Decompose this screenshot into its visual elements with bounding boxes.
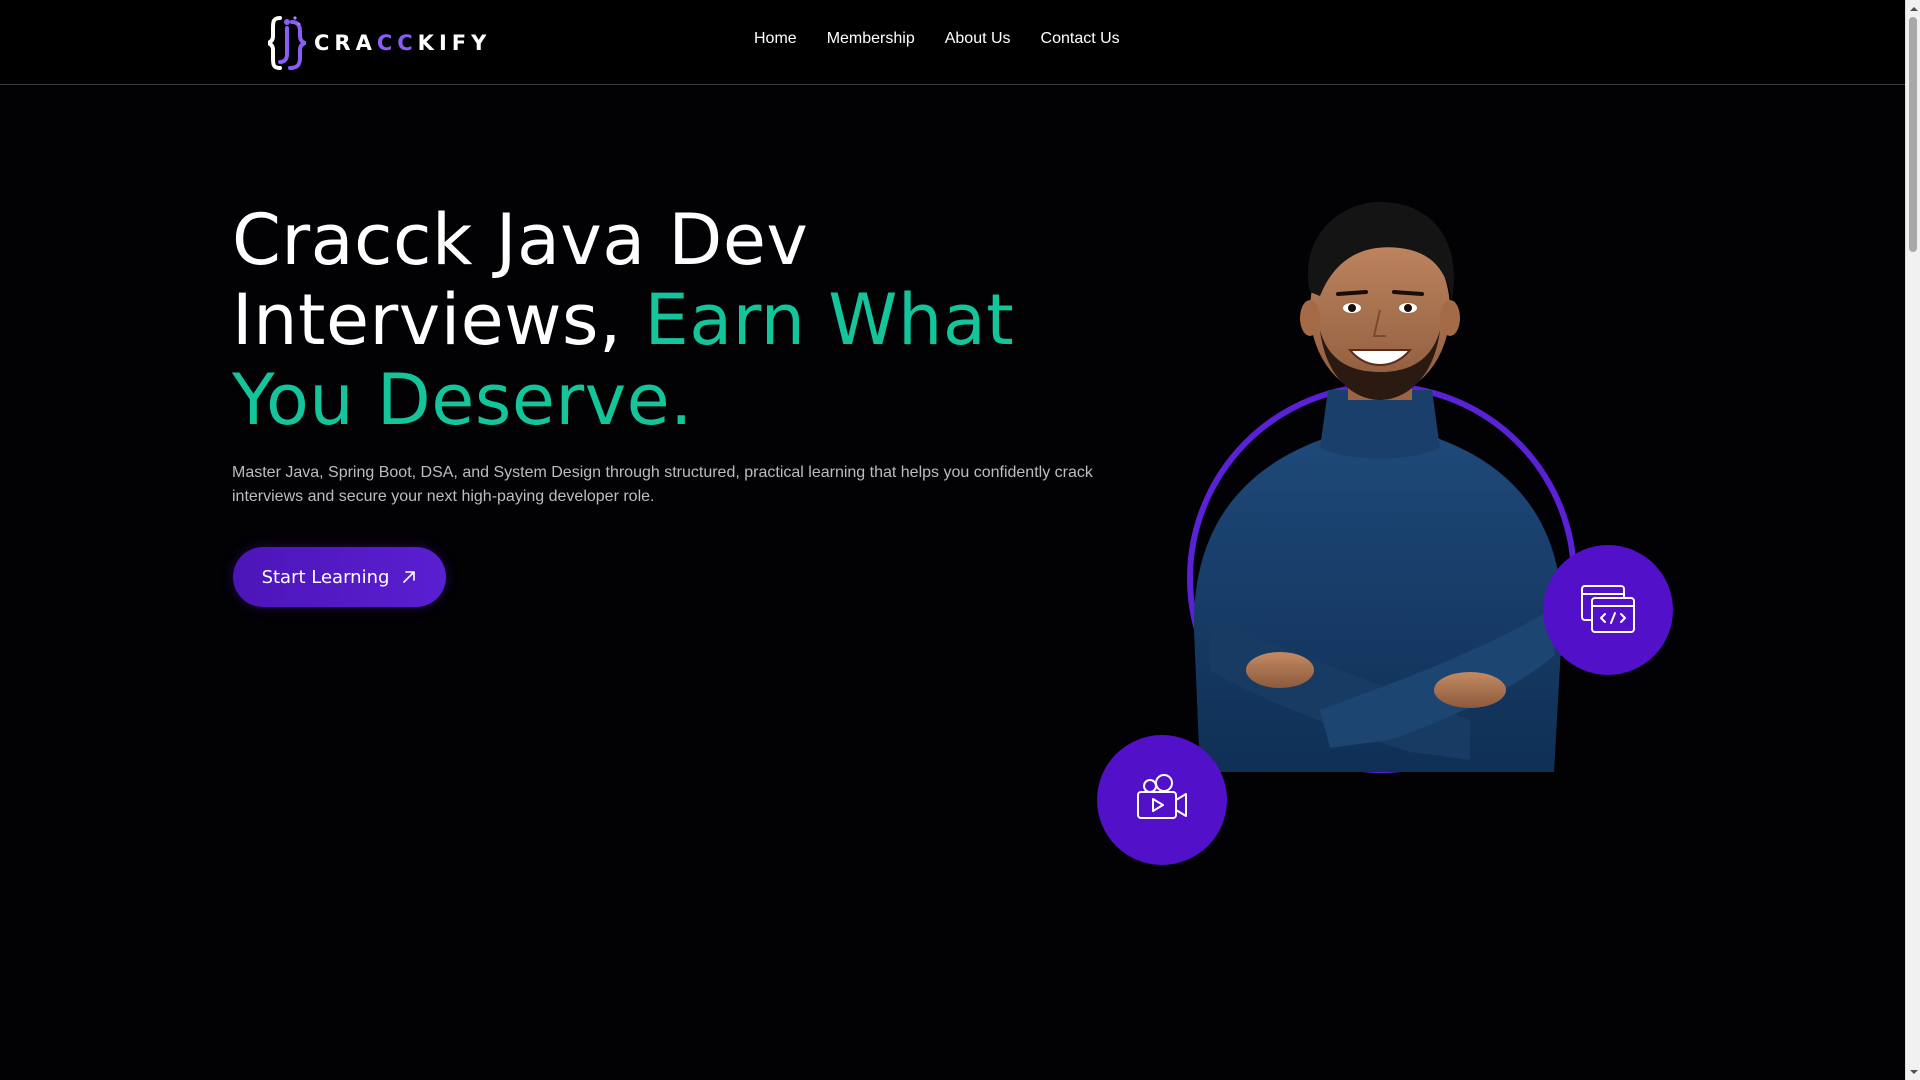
scroll-down-icon[interactable] bbox=[1906, 1064, 1920, 1079]
scroll-thumb[interactable] bbox=[1909, 17, 1917, 252]
video-camera-icon bbox=[1137, 774, 1187, 819]
hero-subtitle: Master Java, Spring Boot, DSA, and Syste… bbox=[232, 464, 1093, 505]
landing-page: CRACCKIFY Home Membership About Us Conta… bbox=[0, 0, 1920, 1080]
nav-contact-us[interactable]: Contact Us bbox=[1041, 30, 1120, 48]
code-window-icon bbox=[1581, 585, 1635, 633]
start-learning-label: Start Learning bbox=[261, 566, 390, 588]
video-bubble bbox=[1097, 735, 1227, 865]
scroll-up-icon[interactable] bbox=[1906, 1, 1920, 16]
nav-home[interactable]: Home bbox=[754, 30, 797, 48]
main-nav: Home Membership About Us Contact Us bbox=[754, 30, 1150, 48]
logo[interactable]: CRACCKIFY bbox=[268, 14, 491, 72]
brand-name: CRACCKIFY bbox=[314, 31, 492, 55]
start-learning-button[interactable]: Start Learning bbox=[233, 547, 446, 607]
hero-title: Cracck Java Dev Interviews, Earn What You … bbox=[232, 199, 1015, 441]
nav-about-us[interactable]: About Us bbox=[945, 30, 1011, 48]
code-bubble bbox=[1543, 545, 1673, 675]
brace-logo-icon bbox=[268, 16, 306, 70]
vertical-scrollbar[interactable] bbox=[1905, 0, 1920, 1080]
site-header: CRACCKIFY Home Membership About Us Conta… bbox=[0, 0, 1905, 85]
arrow-up-right-icon bbox=[403, 571, 416, 583]
nav-membership[interactable]: Membership bbox=[827, 30, 915, 48]
instructor-photo bbox=[1193, 201, 1563, 772]
